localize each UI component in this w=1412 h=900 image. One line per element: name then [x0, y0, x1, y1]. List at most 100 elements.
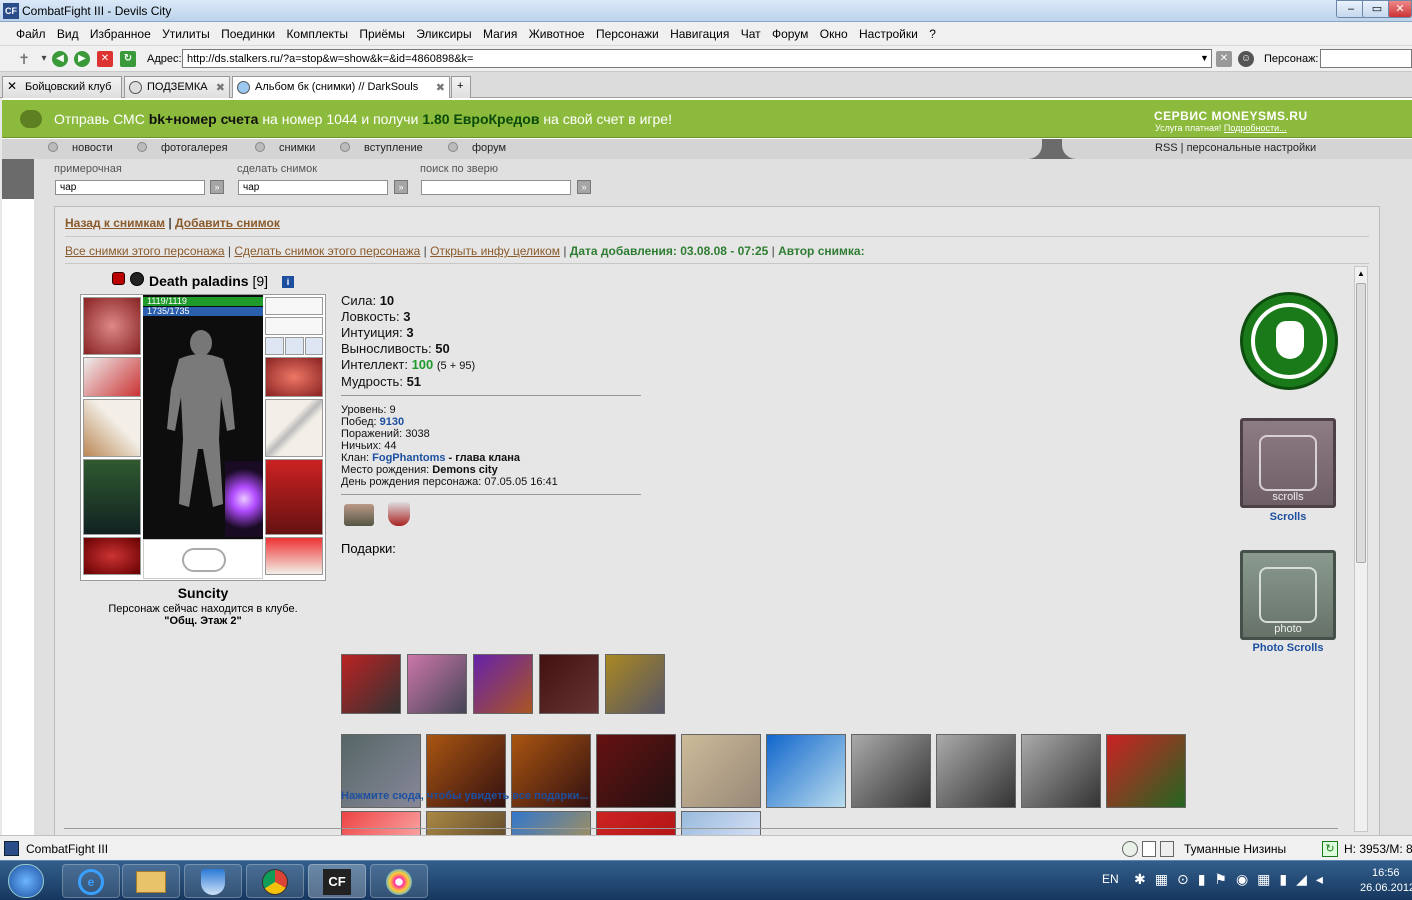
menu-elixirs[interactable]: Эликсиры — [412, 22, 475, 46]
fitting-room-input[interactable] — [55, 180, 205, 195]
stop-icon[interactable]: ✕ — [97, 51, 113, 67]
gift-thumbnail[interactable] — [1106, 734, 1186, 808]
menu-techniques[interactable]: Приёмы — [355, 22, 409, 46]
page-icon[interactable] — [1142, 841, 1156, 857]
address-input[interactable] — [182, 49, 1212, 68]
clock-date[interactable]: 26.06.2012 — [1360, 882, 1412, 894]
photo-scrolls-banner-icon[interactable]: photo — [1240, 550, 1336, 640]
orb-slot[interactable] — [225, 461, 263, 537]
bracers-slot[interactable] — [83, 357, 141, 397]
gift-thumbnail[interactable] — [766, 734, 846, 808]
beast-search-input[interactable] — [421, 180, 571, 195]
take-shot-input[interactable] — [238, 180, 388, 195]
gift-thumbnail[interactable] — [407, 654, 467, 714]
menu-view[interactable]: Вид — [53, 22, 83, 46]
gift-thumbnail[interactable] — [1021, 734, 1101, 808]
menu-file[interactable]: Файл — [12, 22, 50, 46]
gift-thumbnail[interactable] — [596, 811, 676, 835]
new-tab-button[interactable]: + — [451, 76, 471, 98]
refresh-status-icon[interactable]: ↻ — [1322, 841, 1338, 857]
tray-icons[interactable]: ✱▦⊙▮⚑◉▦▮◢◂ — [1134, 871, 1332, 888]
menu-animal[interactable]: Животное — [525, 22, 589, 46]
menu-window[interactable]: Окно — [816, 22, 852, 46]
info-icon[interactable]: i — [282, 276, 294, 288]
menu-magic[interactable]: Магия — [479, 22, 521, 46]
legs-slot[interactable] — [265, 459, 323, 535]
start-button[interactable] — [8, 864, 44, 898]
back-to-shots-link[interactable]: Назад к снимкам — [65, 216, 165, 230]
explorer-taskbar-button[interactable] — [122, 864, 180, 898]
doc-icon[interactable] — [1160, 841, 1174, 857]
gift-thumbnail[interactable] — [511, 811, 591, 835]
ie-taskbar-button[interactable]: e — [62, 864, 120, 898]
bull-emblem-icon[interactable] — [1240, 292, 1338, 390]
weapon-slot[interactable] — [83, 399, 141, 457]
beast-search-go-button[interactable]: » — [577, 180, 591, 194]
menu-duels[interactable]: Поединки — [217, 22, 279, 46]
gift-thumbnail[interactable] — [341, 654, 401, 714]
clan-link[interactable]: FogPhantoms — [372, 452, 445, 464]
details-link[interactable]: Подробности... — [1224, 123, 1287, 133]
gift-thumbnail[interactable] — [605, 654, 665, 714]
menu-settings[interactable]: Настройки — [855, 22, 922, 46]
gift-thumbnail[interactable] — [681, 811, 761, 835]
gift-thumbnail[interactable] — [473, 654, 533, 714]
gift-thumbnail[interactable] — [681, 734, 761, 808]
gloves-slot[interactable] — [265, 357, 323, 397]
ring-slot-2[interactable] — [285, 337, 304, 355]
clock-time[interactable]: 16:56 — [1372, 867, 1400, 879]
tab-fight-club[interactable]: ✕ Бойцовский клуб — [2, 76, 122, 98]
scrolls-link[interactable]: Scrolls — [1240, 511, 1336, 523]
medal-icon[interactable] — [344, 504, 374, 526]
clock-icon[interactable] — [1122, 841, 1138, 857]
gift-thumbnail[interactable] — [539, 654, 599, 714]
nav-join[interactable]: вступление — [364, 142, 423, 154]
belt-slot[interactable] — [83, 537, 141, 575]
nav-shots[interactable]: снимки — [279, 142, 315, 154]
clear-icon[interactable]: ✕ — [1216, 51, 1232, 67]
menu-favorites[interactable]: Избранное — [86, 22, 155, 46]
page-scrollbar[interactable]: ▲ — [1354, 266, 1368, 832]
menu-forum[interactable]: Форум — [768, 22, 812, 46]
close-tab-icon[interactable]: ✖ — [216, 81, 225, 94]
chrome-taskbar-button[interactable] — [246, 864, 304, 898]
open-info-link[interactable]: Открыть инфу целиком — [430, 244, 560, 258]
shield-taskbar-button[interactable] — [184, 864, 242, 898]
nav-gallery[interactable]: фотогалерея — [161, 142, 228, 154]
close-button[interactable]: ✕ — [1388, 0, 1412, 18]
make-shot-link[interactable]: Сделать снимок этого персонажа — [234, 244, 420, 258]
menu-sets[interactable]: Комплекты — [282, 22, 352, 46]
armor-slot[interactable] — [83, 459, 141, 535]
paint-taskbar-button[interactable] — [370, 864, 428, 898]
gift-thumbnail[interactable] — [596, 734, 676, 808]
menu-help[interactable]: ? — [925, 22, 940, 46]
amulet-slot[interactable] — [265, 317, 323, 335]
earring-slot[interactable] — [265, 297, 323, 315]
gift-thumbnail[interactable] — [936, 734, 1016, 808]
all-shots-link[interactable]: Все снимки этого персонажа — [65, 244, 225, 258]
all-gifts-link[interactable]: Нажмите сюда, чтобы увидеть все подарки.… — [341, 790, 589, 802]
photo-scrolls-link[interactable]: Photo Scrolls — [1240, 642, 1336, 654]
forward-icon[interactable]: ▶ — [74, 51, 90, 67]
menu-utilities[interactable]: Утилиты — [158, 22, 214, 46]
back-icon[interactable]: ◀ — [52, 51, 68, 67]
menu-navigation[interactable]: Навигация — [666, 22, 733, 46]
fitting-room-go-button[interactable]: » — [210, 180, 224, 194]
sms-banner[interactable]: Отправь СМС bk+номер счета на номер 1044… — [2, 100, 1412, 138]
nav-forum[interactable]: форум — [472, 142, 506, 154]
gift-thumbnail[interactable] — [851, 734, 931, 808]
users-icon[interactable]: ☺ — [1238, 51, 1254, 67]
gift-thumbnail[interactable] — [341, 811, 421, 835]
add-shot-link[interactable]: Добавить снимок — [175, 216, 280, 230]
shield-slot[interactable] — [265, 399, 323, 457]
persona-input[interactable] — [1320, 49, 1412, 68]
refresh-icon[interactable]: ↻ — [120, 51, 136, 67]
dropdown-arrow-icon[interactable]: ▾ — [36, 51, 52, 67]
menu-characters[interactable]: Персонажи — [592, 22, 663, 46]
helmet-slot[interactable] — [83, 297, 141, 355]
take-shot-go-button[interactable]: » — [394, 180, 408, 194]
menu-chat[interactable]: Чат — [737, 22, 765, 46]
tab-album[interactable]: Альбом бк (снимки) // DarkSouls ✖ — [232, 76, 450, 99]
address-dropdown-icon[interactable]: ▼ — [1200, 53, 1209, 63]
close-tab-icon[interactable]: ✖ — [436, 81, 445, 94]
